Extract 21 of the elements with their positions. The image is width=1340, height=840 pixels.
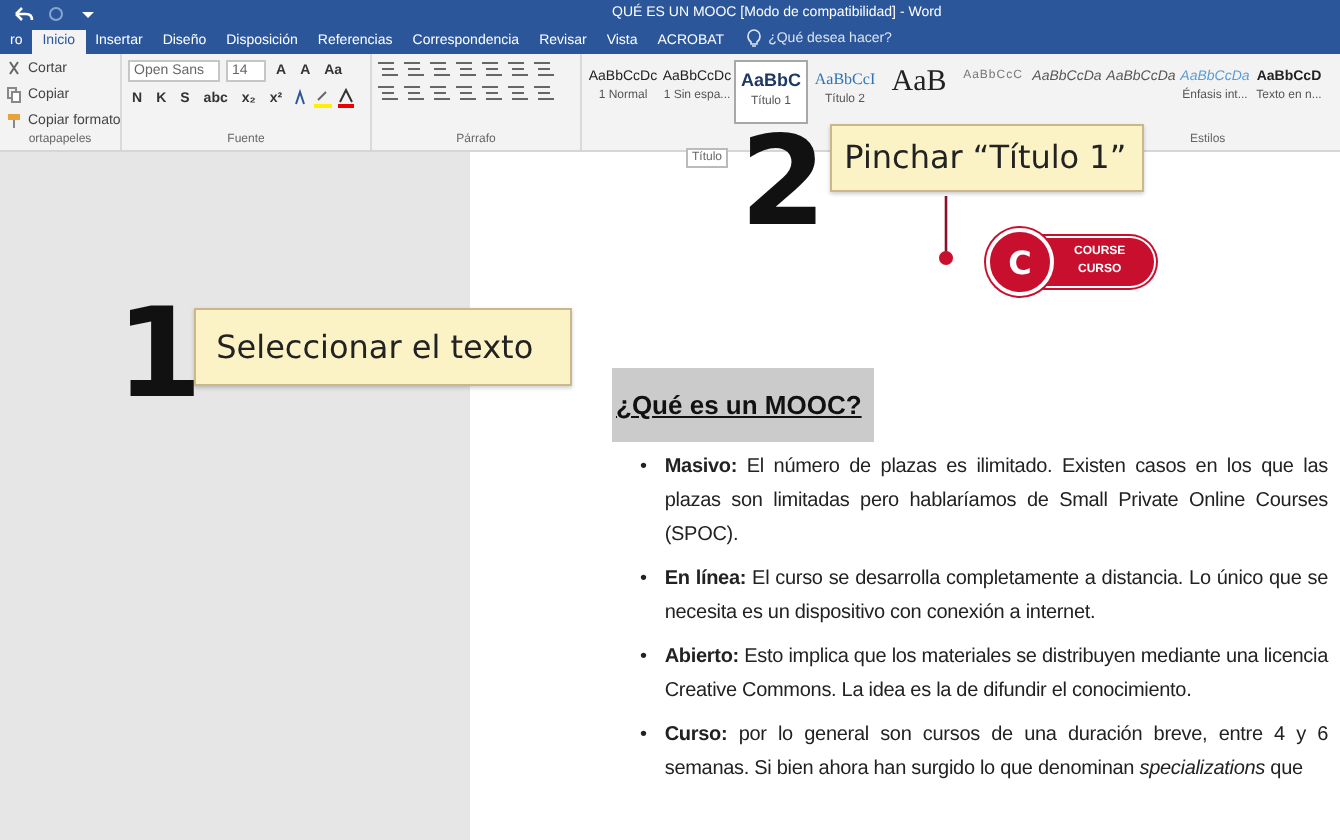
- step-number: 2: [740, 120, 827, 244]
- callout-label: Seleccionar el texto: [194, 308, 572, 386]
- font-color-icon[interactable]: [338, 88, 355, 108]
- paintbrush-icon: [6, 112, 22, 130]
- leader-line: [938, 196, 954, 266]
- bullet-paragraph: Abierto: Esto implica que los materiales se distribuyen mediante una licencia Creative Commons. La idea es la de difundir el conocimiento.: [664, 644, 1328, 706]
- bullet-marker: •: [640, 644, 647, 672]
- bullet-marker: •: [640, 454, 647, 482]
- bullet-marker: •: [640, 722, 647, 750]
- callout-label: Pinchar “Título 1”: [830, 124, 1145, 192]
- undo-icon[interactable]: [12, 3, 34, 23]
- bullet-paragraph: En línea: El curso se desarrolla completamente a distancia. Lo único que se necesita es un dispositivo con conexión a internet.: [664, 566, 1328, 628]
- highlighter-icon[interactable]: [314, 88, 333, 108]
- copy-icon: [6, 86, 22, 104]
- bullet-paragraph: Masivo: El número de plazas es ilimitado. Existen casos en los que las plazas son limitadas pero hablaríamos de Small Private Online Courses (SPOC).: [664, 454, 1328, 550]
- bullet-paragraph: Curso: por lo general son cursos de una duración breve, entre 4 y 6 semanas. Si bien ahora han surgido lo que denominan specializations que: [664, 722, 1328, 784]
- lightbulb-icon: [746, 28, 763, 48]
- bullet-marker: •: [640, 566, 647, 594]
- document-heading: ¿Qué es un MOOC?: [612, 368, 874, 442]
- redo-icon[interactable]: [46, 3, 66, 23]
- style-gallery-item[interactable]: AaB: [882, 60, 956, 124]
